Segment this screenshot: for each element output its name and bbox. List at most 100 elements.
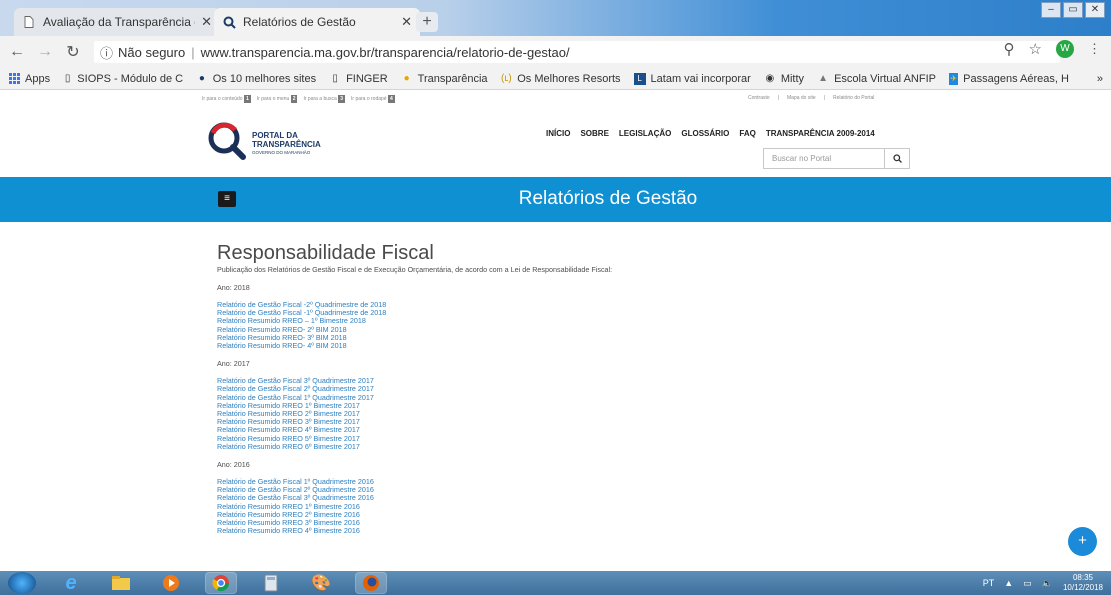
system-tray: PT ▲ ▭ 🔈 08:35 10/12/2018 xyxy=(983,571,1103,595)
clock-time: 08:35 xyxy=(1072,573,1093,582)
report-link[interactable]: Relatório Resumido RREO 6º Bimestre 2017 xyxy=(217,442,612,451)
report-list-2018: Relatório de Gestão Fiscal -2º Quadrimes… xyxy=(217,300,612,350)
maximize-icon[interactable]: ▭ xyxy=(1063,2,1083,18)
report-link[interactable]: Relatório Resumido RREO- 4º BIM 2018 xyxy=(217,341,612,350)
bookmarks-bar: Apps ▯ SIOPS - Módulo de C ● Os 10 melho… xyxy=(0,68,1111,90)
logo-line-1: PORTAL DA xyxy=(252,131,298,140)
document-icon xyxy=(22,15,36,29)
school-icon: ▲ xyxy=(818,72,829,84)
bookmark-icon: (ʟ) xyxy=(501,72,512,84)
more-bookmarks-icon[interactable]: » xyxy=(1097,73,1103,85)
logo-line-2: TRANSPARÊNCIA xyxy=(252,140,321,149)
bookmark-apps[interactable]: Apps xyxy=(8,72,50,85)
bookmark-label: SIOPS - Módulo de C xyxy=(77,72,184,85)
access-link[interactable]: Ir para a busca 3 xyxy=(303,95,345,103)
bookmark-resorts[interactable]: (ʟ) Os Melhores Resorts xyxy=(501,73,621,85)
minimize-icon[interactable]: – xyxy=(1041,2,1061,18)
report-list-2016: Relatório de Gestão Fiscal 1º Quadrimest… xyxy=(217,477,612,535)
nav-transparencia-2009-2014[interactable]: TRANSPARÊNCIA 2009-2014 xyxy=(766,129,875,138)
tab-avaliacao[interactable]: Avaliação da Transparência dos ✕ xyxy=(14,8,220,36)
access-link[interactable]: Ir para o rodapé 4 xyxy=(351,95,395,103)
bookmark-finger[interactable]: ▯ FINGER xyxy=(329,72,388,85)
contrast-link[interactable]: Contraste xyxy=(748,95,770,101)
network-icon[interactable]: ▭ xyxy=(1023,578,1032,589)
file-explorer-icon[interactable] xyxy=(106,573,136,593)
close-tab-icon[interactable]: ✕ xyxy=(201,14,212,30)
bookmark-latam[interactable]: L Latam vai incorporar xyxy=(633,72,751,85)
bookmark-mitty[interactable]: ◉ Mitty xyxy=(764,73,804,85)
year-label: Ano: 2016 xyxy=(217,460,250,470)
window-controls: – ▭ ✕ xyxy=(1041,2,1105,18)
bookmark-10-melhores[interactable]: ● Os 10 melhores sites xyxy=(196,73,316,85)
separator: | xyxy=(191,44,195,60)
menu-dots-icon[interactable]: ⋮ xyxy=(1088,41,1101,57)
apps-grid-icon xyxy=(8,72,20,85)
bookmark-passagens[interactable]: ✈ Passagens Aéreas, H xyxy=(948,72,1069,85)
bookmark-label: Escola Virtual ANFIP xyxy=(834,72,936,85)
page-title: Relatórios de Gestão xyxy=(518,188,698,209)
forward-arrow-icon[interactable]: → xyxy=(34,43,56,61)
windows-taskbar: e 🎨 xyxy=(0,571,1111,595)
language-indicator[interactable]: PT xyxy=(983,578,995,588)
browser-tabstrip: Avaliação da Transparência dos ✕ Relatór… xyxy=(0,0,1111,36)
new-tab-button[interactable]: + xyxy=(416,12,438,32)
bookmark-transparencia[interactable]: ● Transparência xyxy=(401,73,488,85)
search-input[interactable]: Buscar no Portal xyxy=(763,148,885,169)
report-link[interactable]: Relatório Resumido RREO 4º Bimestre 2016 xyxy=(217,527,612,535)
portal-report-link[interactable]: Relatório do Portal xyxy=(833,95,874,101)
floating-add-button[interactable]: + xyxy=(1068,527,1097,556)
tab-label: Relatórios de Gestão xyxy=(243,15,356,29)
zoom-icon[interactable]: ⚲ xyxy=(1004,40,1015,58)
access-link[interactable]: Ir para o conteúdo 1 xyxy=(202,95,251,103)
url-text: www.transparencia.ma.gov.br/transparenci… xyxy=(200,44,570,60)
close-tab-icon[interactable]: ✕ xyxy=(401,14,412,30)
chrome-icon[interactable] xyxy=(205,572,237,594)
bookmark-label: FINGER xyxy=(346,72,388,85)
volume-icon[interactable]: 🔈 xyxy=(1042,578,1053,589)
bookmark-label: Os 10 melhores sites xyxy=(212,72,317,85)
paint-icon[interactable]: 🎨 xyxy=(306,573,336,593)
bookmark-label: Transparência xyxy=(417,72,488,85)
access-link[interactable]: Ir para o menu 2 xyxy=(257,95,298,103)
nav-legislacao[interactable]: LEGISLAÇÃO xyxy=(619,129,671,138)
logo-line-3: GOVERNO DO MARANHÃO xyxy=(252,150,311,155)
show-hidden-icons-icon[interactable]: ▲ xyxy=(1004,578,1013,588)
firefox-icon[interactable] xyxy=(355,572,387,594)
clock[interactable]: 08:35 10/12/2018 xyxy=(1063,573,1103,593)
portal-logo-text[interactable]: PORTAL DA TRANSPARÊNCIA GOVERNO DO MARAN… xyxy=(252,131,321,155)
start-button[interactable] xyxy=(8,572,36,594)
bookmark-label: Os Melhores Resorts xyxy=(517,72,621,85)
intro-text: Publicação dos Relatórios de Gestão Fisc… xyxy=(217,265,613,274)
nav-inicio[interactable]: INÍCIO xyxy=(546,129,570,138)
media-player-icon[interactable] xyxy=(156,573,186,593)
plane-icon: ✈ xyxy=(948,72,959,85)
accessibility-links: Ir para o conteúdo 1 Ir para o menu 2 Ir… xyxy=(202,95,395,103)
star-icon[interactable]: ☆ xyxy=(1029,40,1042,58)
tab-label: Avaliação da Transparência dos xyxy=(43,15,195,29)
latam-icon: L xyxy=(633,72,646,85)
nav-glossario[interactable]: GLOSSÁRIO xyxy=(681,129,729,138)
tab-relatorios[interactable]: Relatórios de Gestão ✕ xyxy=(214,8,420,36)
profile-avatar[interactable]: W xyxy=(1056,40,1074,58)
info-icon[interactable]: ⓘ xyxy=(100,43,113,62)
bookmark-siops[interactable]: ▯ SIOPS - Módulo de C xyxy=(63,73,183,85)
security-label: Não seguro xyxy=(118,44,186,60)
internet-explorer-icon[interactable]: e xyxy=(56,572,86,594)
address-bar[interactable]: ⓘ Não seguro | www.transparencia.ma.gov.… xyxy=(94,41,1060,63)
toolbar-right: ⚲ ☆ W ⋮ xyxy=(1004,40,1101,58)
bookmark-label: Passagens Aéreas, H xyxy=(963,72,1069,85)
reload-icon[interactable]: ↻ xyxy=(62,42,84,62)
search-button[interactable] xyxy=(884,148,910,169)
nav-faq[interactable]: FAQ xyxy=(739,129,755,138)
nav-sobre[interactable]: SOBRE xyxy=(580,129,608,138)
year-label: Ano: 2018 xyxy=(217,283,250,292)
portal-logo-icon[interactable] xyxy=(207,121,247,161)
back-arrow-icon[interactable]: ← xyxy=(6,43,28,61)
bookmark-escola[interactable]: ▲ Escola Virtual ANFIP xyxy=(817,73,936,85)
main-content: Responsabilidade Fiscal Publicação dos R… xyxy=(217,242,612,535)
sitemap-link[interactable]: Mapa do site xyxy=(787,95,816,101)
search-favicon-icon xyxy=(222,15,236,29)
calculator-icon[interactable] xyxy=(256,573,286,593)
close-window-icon[interactable]: ✕ xyxy=(1085,2,1105,18)
document-icon: ▯ xyxy=(64,72,71,84)
